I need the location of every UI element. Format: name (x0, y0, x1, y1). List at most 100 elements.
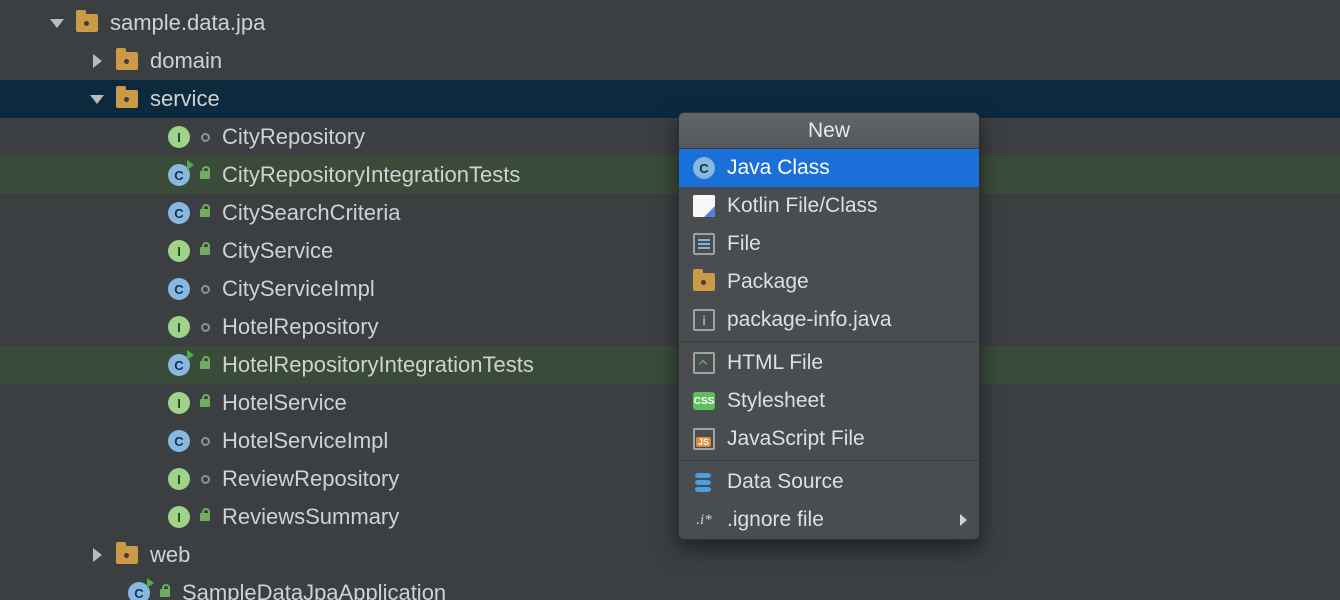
new-context-menu: New C Java Class Kotlin File/Class File … (678, 112, 980, 540)
tree-label: HotelServiceImpl (222, 428, 388, 454)
scope-lock-icon (198, 171, 212, 179)
css-icon: CSS (693, 392, 715, 410)
chevron-down-icon[interactable] (88, 90, 106, 108)
menu-item-data-source[interactable]: Data Source (679, 463, 979, 501)
package-icon (116, 546, 138, 564)
package-icon (76, 14, 98, 32)
submenu-arrow-icon (960, 514, 967, 526)
tree-label: web (150, 542, 190, 568)
scope-package-icon (198, 437, 212, 446)
tree-label: service (150, 86, 220, 112)
chevron-down-icon[interactable] (48, 14, 66, 32)
tree-row-file[interactable]: I HotelService (0, 384, 1340, 422)
project-tree: sample.data.jpa domain service I CityRep… (0, 0, 1340, 600)
menu-separator (679, 460, 979, 461)
menu-item-javascript-file[interactable]: JavaScript File (679, 420, 979, 458)
interface-icon: I (168, 468, 190, 490)
menu-item-package[interactable]: Package (679, 263, 979, 301)
menu-item-label: Package (727, 270, 809, 294)
js-icon (693, 428, 715, 450)
tree-row-file[interactable]: I CityService (0, 232, 1340, 270)
scope-package-icon (198, 323, 212, 332)
scope-lock-icon (198, 247, 212, 255)
menu-item-label: HTML File (727, 351, 823, 375)
tree-label: domain (150, 48, 222, 74)
html-icon (693, 352, 715, 374)
menu-item-package-info[interactable]: package-info.java (679, 301, 979, 339)
menu-item-kotlin-file[interactable]: Kotlin File/Class (679, 187, 979, 225)
package-icon (116, 90, 138, 108)
tree-row-root[interactable]: sample.data.jpa (0, 4, 1340, 42)
menu-item-label: Kotlin File/Class (727, 194, 878, 218)
database-icon (693, 472, 715, 492)
menu-separator (679, 341, 979, 342)
tree-label: HotelRepository (222, 314, 379, 340)
chevron-right-icon[interactable] (88, 52, 106, 70)
menu-item-html-file[interactable]: HTML File (679, 344, 979, 382)
tree-row-file[interactable]: C HotelRepositoryIntegrationTests (0, 346, 1340, 384)
class-run-icon: C (128, 582, 150, 600)
tree-row-file[interactable]: I HotelRepository (0, 308, 1340, 346)
interface-icon: I (168, 506, 190, 528)
tree-label: HotelRepositoryIntegrationTests (222, 352, 534, 378)
menu-item-label: .ignore file (727, 508, 824, 532)
class-icon: C (693, 157, 715, 179)
tree-row-file[interactable]: I ReviewRepository (0, 460, 1340, 498)
chevron-right-icon[interactable] (88, 546, 106, 564)
class-icon: C (168, 430, 190, 452)
class-icon: C (168, 202, 190, 224)
kotlin-icon (693, 195, 715, 217)
tree-label: ReviewsSummary (222, 504, 399, 530)
menu-item-stylesheet[interactable]: CSS Stylesheet (679, 382, 979, 420)
package-info-icon (693, 309, 715, 331)
menu-item-label: Stylesheet (727, 389, 825, 413)
tree-row-file[interactable]: C HotelServiceImpl (0, 422, 1340, 460)
tree-row-web[interactable]: web (0, 536, 1340, 574)
file-icon (693, 233, 715, 255)
interface-icon: I (168, 316, 190, 338)
class-run-icon: C (168, 164, 190, 186)
class-icon: C (168, 278, 190, 300)
tree-row-file[interactable]: I CityRepository (0, 118, 1340, 156)
tree-label: HotelService (222, 390, 347, 416)
tree-row-file[interactable]: I ReviewsSummary (0, 498, 1340, 536)
package-icon (693, 271, 715, 293)
tree-label: CityRepository (222, 124, 365, 150)
package-icon (116, 52, 138, 70)
class-run-icon: C (168, 354, 190, 376)
tree-row-file[interactable]: C CityRepositoryIntegrationTests (0, 156, 1340, 194)
menu-item-ignore-file[interactable]: .i* .ignore file (679, 501, 979, 539)
ignore-icon: .i* (693, 509, 715, 531)
menu-item-label: package-info.java (727, 308, 892, 332)
tree-label: ReviewRepository (222, 466, 399, 492)
menu-item-label: Java Class (727, 156, 830, 180)
tree-label: CityService (222, 238, 333, 264)
menu-item-label: JavaScript File (727, 427, 865, 451)
tree-row-file[interactable]: C SampleDataJpaApplication (0, 574, 1340, 600)
interface-icon: I (168, 240, 190, 262)
menu-item-label: Data Source (727, 470, 844, 494)
tree-label: CityServiceImpl (222, 276, 375, 302)
tree-row-file[interactable]: C CityServiceImpl (0, 270, 1340, 308)
tree-label: SampleDataJpaApplication (182, 580, 446, 600)
scope-lock-icon (158, 589, 172, 597)
scope-package-icon (198, 285, 212, 294)
scope-lock-icon (198, 361, 212, 369)
menu-item-label: File (727, 232, 761, 256)
scope-package-icon (198, 475, 212, 484)
scope-package-icon (198, 133, 212, 142)
scope-lock-icon (198, 399, 212, 407)
tree-row-domain[interactable]: domain (0, 42, 1340, 80)
menu-title: New (679, 113, 979, 149)
interface-icon: I (168, 126, 190, 148)
scope-lock-icon (198, 209, 212, 217)
menu-item-java-class[interactable]: C Java Class (679, 149, 979, 187)
scope-lock-icon (198, 513, 212, 521)
tree-label: CityRepositoryIntegrationTests (222, 162, 520, 188)
menu-item-file[interactable]: File (679, 225, 979, 263)
tree-label: sample.data.jpa (110, 10, 265, 36)
interface-icon: I (168, 392, 190, 414)
tree-row-file[interactable]: C CitySearchCriteria (0, 194, 1340, 232)
tree-label: CitySearchCriteria (222, 200, 401, 226)
tree-row-service[interactable]: service (0, 80, 1340, 118)
